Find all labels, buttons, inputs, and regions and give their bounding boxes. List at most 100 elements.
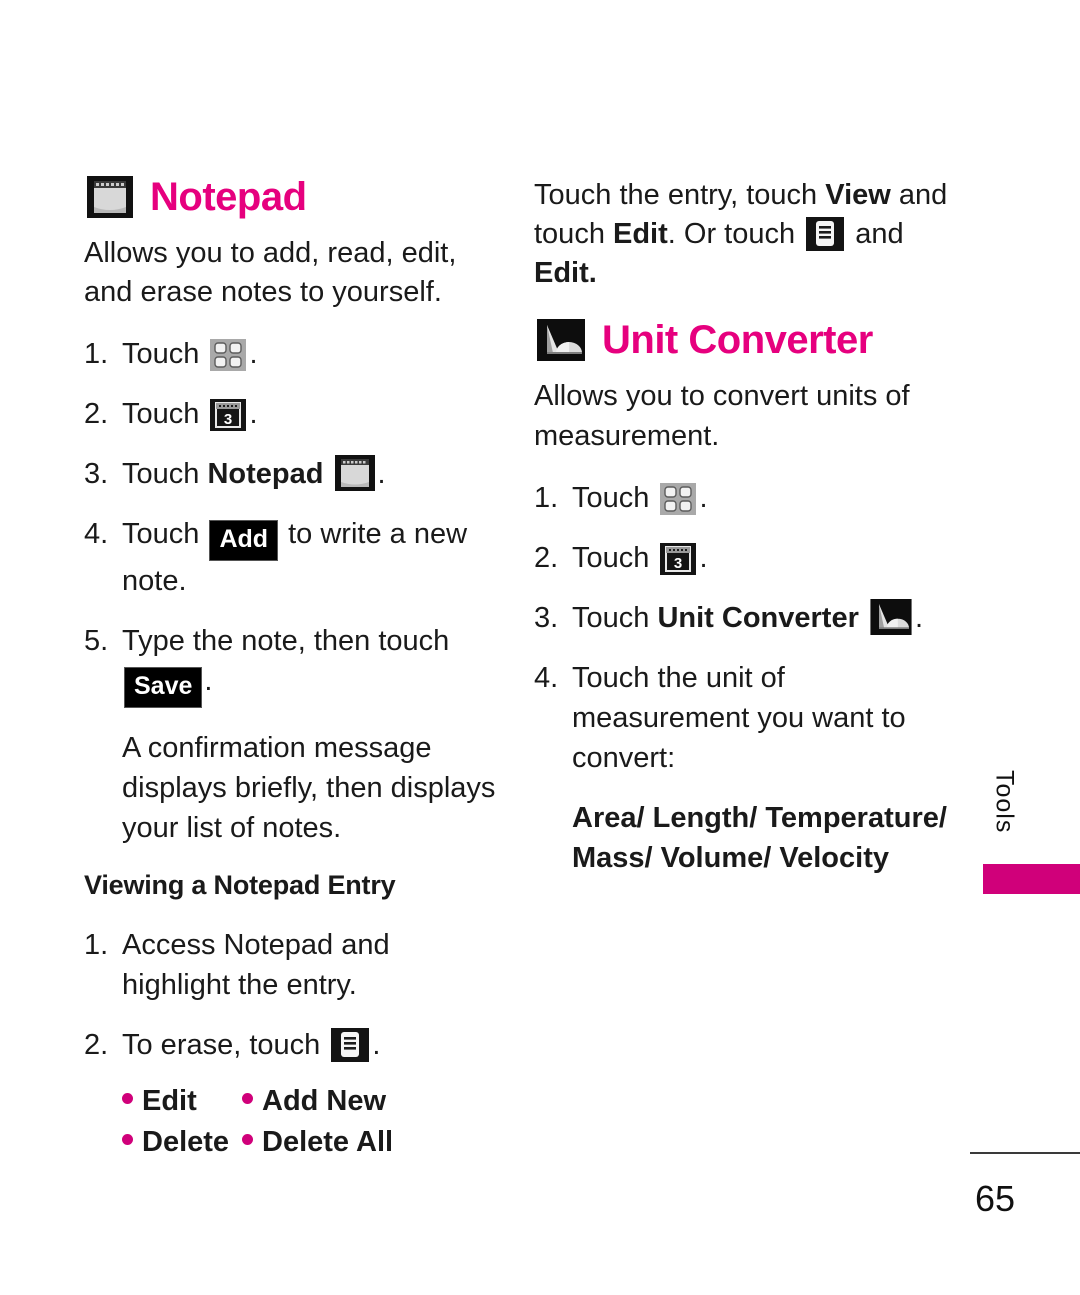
unit-converter-step-4: 4. Touch the unit of measurement you wan…: [534, 658, 964, 778]
unit-converter-icon: [537, 319, 585, 362]
bullet-row: Edit Add New: [122, 1085, 504, 1118]
cont-part-4: and: [847, 218, 904, 251]
unit-list-line-2: Mass/ Volume/ Velocity: [572, 841, 889, 874]
notepad-step-4: 4. Touch Add to write a new note.: [84, 514, 504, 601]
step-number: 3.: [534, 601, 559, 634]
bullet-label: Add New: [262, 1085, 387, 1118]
step-number: 3.: [84, 458, 109, 491]
step-number: 2.: [534, 541, 559, 574]
notepad-icon: [87, 176, 133, 218]
step-text: Touch Notepad .: [122, 454, 504, 494]
step-number: 1.: [84, 929, 109, 962]
page-number: 65: [974, 1178, 1016, 1219]
unit-converter-step-2: 2. Touch 3 .: [534, 538, 964, 578]
bullet-label: Delete All: [262, 1126, 394, 1159]
bullet-delete-all: Delete All: [242, 1126, 393, 1159]
notepad-step-2: 2. Touch 3 .: [84, 394, 504, 434]
step-1-post: .: [249, 338, 258, 371]
grid-menu-icon: [660, 482, 697, 515]
step-number: 2.: [84, 1029, 109, 1062]
cont-bold-edit: Edit: [613, 218, 668, 251]
unit-converter-section-heading: Unit Converter: [534, 318, 964, 363]
step-1-pre: Touch: [122, 338, 200, 371]
bullet-label: Edit: [142, 1085, 197, 1118]
cont-part-1: Touch the entry, touch: [534, 179, 826, 211]
uc-step-3-pre: Touch: [572, 601, 650, 634]
step-2-pre: Touch: [122, 398, 200, 431]
uc-step-2-post: .: [699, 541, 708, 574]
notepad-options-bullets: Edit Add New Delete Delete All: [84, 1085, 504, 1159]
unit-converter-intro-text: Allows you to convert units of measureme…: [534, 380, 910, 452]
view-step-2-pre: To erase, touch: [122, 1029, 321, 1062]
tools-3-icon: 3: [210, 399, 247, 432]
bullet-dot-icon: [122, 1134, 133, 1146]
step-text: Type the note, then touch Save.: [122, 621, 504, 709]
tools-3-icon: 3: [660, 542, 697, 575]
step-text: To erase, touch .: [122, 1025, 504, 1065]
confirmation-note: A confirmation message displays briefly,…: [122, 732, 496, 845]
bullet-dot-icon: [242, 1134, 253, 1146]
step-text: Touch the unit of measurement you want t…: [572, 661, 906, 774]
uc-step-2-pre: Touch: [572, 541, 650, 574]
options-list-icon: [806, 217, 845, 252]
step-number: 5.: [84, 625, 109, 658]
bullet-edit: Edit: [122, 1085, 242, 1118]
cont-bold-view: View: [825, 179, 891, 211]
uc-step-1-post: .: [699, 481, 708, 514]
uc-step-3-bold: Unit Converter: [657, 601, 859, 634]
svg-text:3: 3: [674, 555, 682, 572]
step-text: Touch .: [122, 334, 504, 374]
unit-measurement-list: Area/ Length/ Temperature/ Mass/ Volume/…: [534, 798, 964, 878]
notepad-icon: [334, 455, 375, 492]
view-step-1: 1. Access Notepad and highlight the entr…: [84, 925, 504, 1005]
unit-converter-title: Unit Converter: [602, 318, 873, 363]
view-step-2-post: .: [372, 1029, 381, 1062]
step-2-post: .: [249, 398, 258, 431]
side-tab-label: Tools: [990, 770, 1019, 834]
unit-converter-icon: [870, 598, 912, 635]
bullet-delete: Delete: [122, 1126, 242, 1159]
notepad-title: Notepad: [150, 175, 307, 219]
uc-step-1-pre: Touch: [572, 481, 650, 514]
step-text: Access Notepad and highlight the entry.: [122, 929, 390, 1002]
step-5-post: .: [204, 665, 213, 698]
bullet-add-new: Add New: [242, 1085, 386, 1118]
add-button[interactable]: Add: [209, 520, 279, 562]
step-4-pre: Touch: [122, 518, 200, 551]
continued-paragraph: Touch the entry, touch View and touch Ed…: [534, 176, 964, 293]
grid-menu-icon: [210, 339, 247, 372]
step-text: Touch 3 .: [572, 538, 964, 578]
step-5-pre: Type the note, then touch: [122, 625, 450, 658]
step-3-pre: Touch: [122, 458, 200, 491]
step-text: Touch 3 .: [122, 394, 504, 434]
notepad-step-3: 3. Touch Notepad .: [84, 454, 504, 494]
notepad-intro-text: Allows you to add, read, edit, and erase…: [84, 237, 457, 309]
right-column: Touch the entry, touch View and touch Ed…: [534, 176, 964, 878]
step-number: 4.: [84, 518, 109, 551]
bullet-dot-icon: [242, 1093, 253, 1105]
viewing-entry-subheading: Viewing a Notepad Entry: [84, 870, 396, 901]
step-text: Touch Add to write a new note.: [122, 514, 504, 601]
step-3-bold: Notepad: [207, 458, 324, 491]
section-side-tab: Tools: [984, 770, 1024, 838]
uc-step-3-post: .: [914, 601, 923, 634]
manual-page: Notepad Allows you to add, read, edit, a…: [0, 0, 1080, 1295]
options-list-icon: [331, 1028, 370, 1063]
step-3-post: .: [377, 458, 386, 491]
left-column: Notepad Allows you to add, read, edit, a…: [84, 176, 504, 1167]
cont-part-3: . Or touch: [667, 218, 804, 251]
step-number: 1.: [84, 338, 109, 371]
bullet-label: Delete: [142, 1126, 230, 1159]
section-tab-accent-bar: [983, 864, 1080, 894]
save-button[interactable]: Save: [124, 667, 203, 709]
unit-list-line-1: Area/ Length/ Temperature/: [572, 801, 947, 834]
footer-divider: [970, 1152, 1080, 1154]
bullet-dot-icon: [122, 1093, 133, 1105]
bullet-row: Delete Delete All: [122, 1126, 504, 1159]
notepad-step-5: 5. Type the note, then touch Save.: [84, 621, 504, 709]
step-number: 2.: [84, 398, 109, 431]
unit-converter-step-1: 1. Touch .: [534, 478, 964, 518]
notepad-section-heading: Notepad: [84, 176, 504, 218]
step-text: Touch .: [572, 478, 964, 518]
svg-text:3: 3: [224, 411, 232, 428]
